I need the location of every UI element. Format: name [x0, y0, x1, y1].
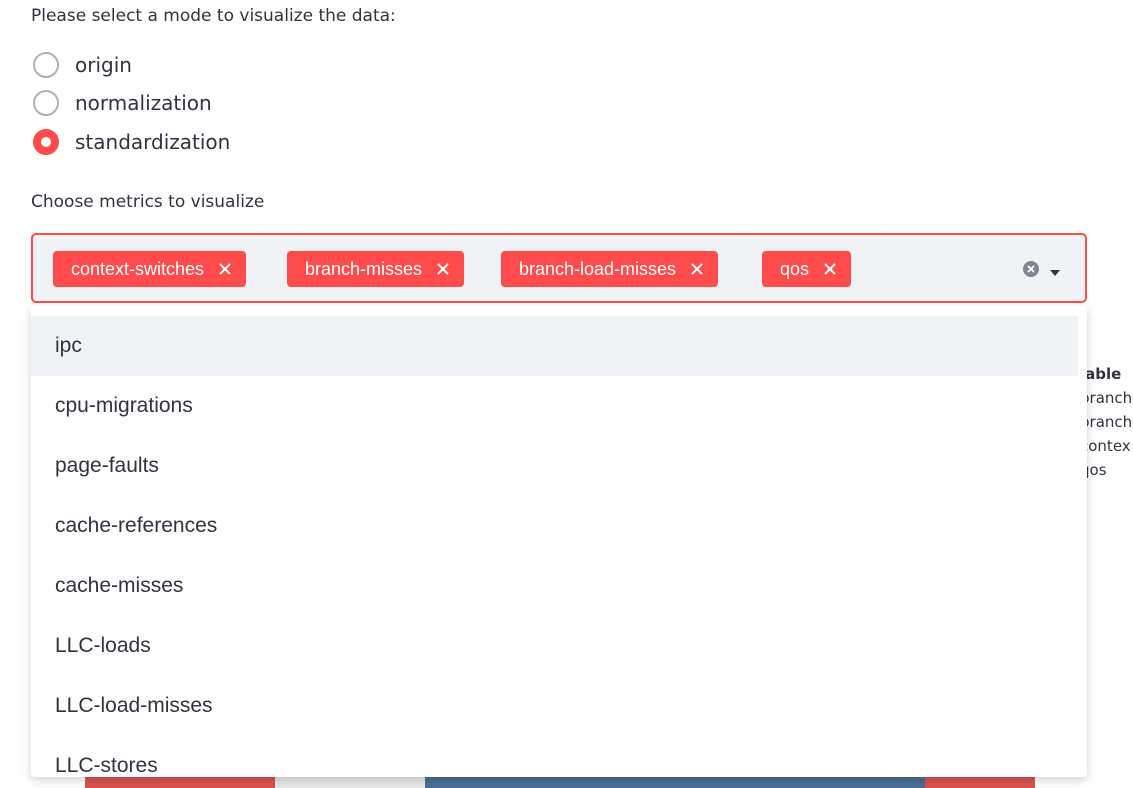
- clear-all-icon[interactable]: [1023, 261, 1039, 281]
- dropdown-scrollbar[interactable]: [1078, 306, 1087, 777]
- remove-tag-icon[interactable]: [690, 262, 704, 276]
- radio-standardization[interactable]: standardization: [33, 129, 230, 155]
- chart-background-strip: [85, 776, 1035, 788]
- legend-item: branch: [1080, 413, 1133, 431]
- radio-label-normalization: normalization: [75, 91, 212, 115]
- remove-tag-icon[interactable]: [218, 262, 232, 276]
- legend-item: branch: [1080, 389, 1133, 407]
- remove-tag-icon[interactable]: [823, 262, 837, 276]
- dropdown-option-cache-misses[interactable]: cache-misses: [31, 556, 1087, 616]
- tag-qos: qos: [762, 251, 852, 287]
- radio-button-unselected[interactable]: [33, 90, 59, 116]
- dropdown-option-llc-load-misses[interactable]: LLC-load-misses: [31, 676, 1087, 736]
- radio-origin[interactable]: origin: [33, 52, 132, 78]
- tag-label: branch-load-misses: [519, 258, 677, 279]
- tag-context-switches: context-switches: [53, 251, 247, 287]
- metrics-dropdown-menu: ipc cpu-migrations page-faults cache-ref…: [31, 306, 1087, 777]
- legend-title: iable: [1080, 365, 1122, 383]
- dropdown-option-cpu-migrations[interactable]: cpu-migrations: [31, 376, 1087, 436]
- radio-label-standardization: standardization: [75, 130, 231, 154]
- dropdown-option-llc-stores[interactable]: LLC-stores: [31, 736, 1087, 777]
- dropdown-option-cache-references[interactable]: cache-references: [31, 496, 1087, 556]
- tag-branch-load-misses: branch-load-misses: [501, 251, 719, 287]
- tag-label: branch-misses: [305, 258, 423, 279]
- dropdown-option-llc-loads[interactable]: LLC-loads: [31, 616, 1087, 676]
- legend-item: qos: [1080, 461, 1107, 479]
- metrics-label: Choose metrics to visualize: [31, 192, 265, 212]
- chart-legend-partial: iable branch branch contex qos: [1080, 362, 1132, 482]
- radio-normalization[interactable]: normalization: [33, 90, 212, 116]
- tag-branch-misses: branch-misses: [287, 251, 465, 287]
- tag-label: qos: [780, 258, 810, 279]
- metrics-multiselect[interactable]: context-switches branch-misses branch-lo…: [31, 233, 1087, 303]
- dropdown-option-page-faults[interactable]: page-faults: [31, 436, 1087, 496]
- dropdown-option-ipc[interactable]: ipc: [31, 316, 1078, 376]
- tag-label: context-switches: [71, 258, 205, 279]
- legend-item: contex: [1080, 437, 1131, 455]
- radio-button-unselected[interactable]: [33, 52, 59, 78]
- chevron-down-icon[interactable]: [1049, 262, 1061, 281]
- remove-tag-icon[interactable]: [436, 262, 450, 276]
- radio-label-origin: origin: [75, 53, 132, 77]
- radio-button-selected[interactable]: [33, 129, 59, 155]
- mode-prompt: Please select a mode to visualize the da…: [31, 6, 396, 26]
